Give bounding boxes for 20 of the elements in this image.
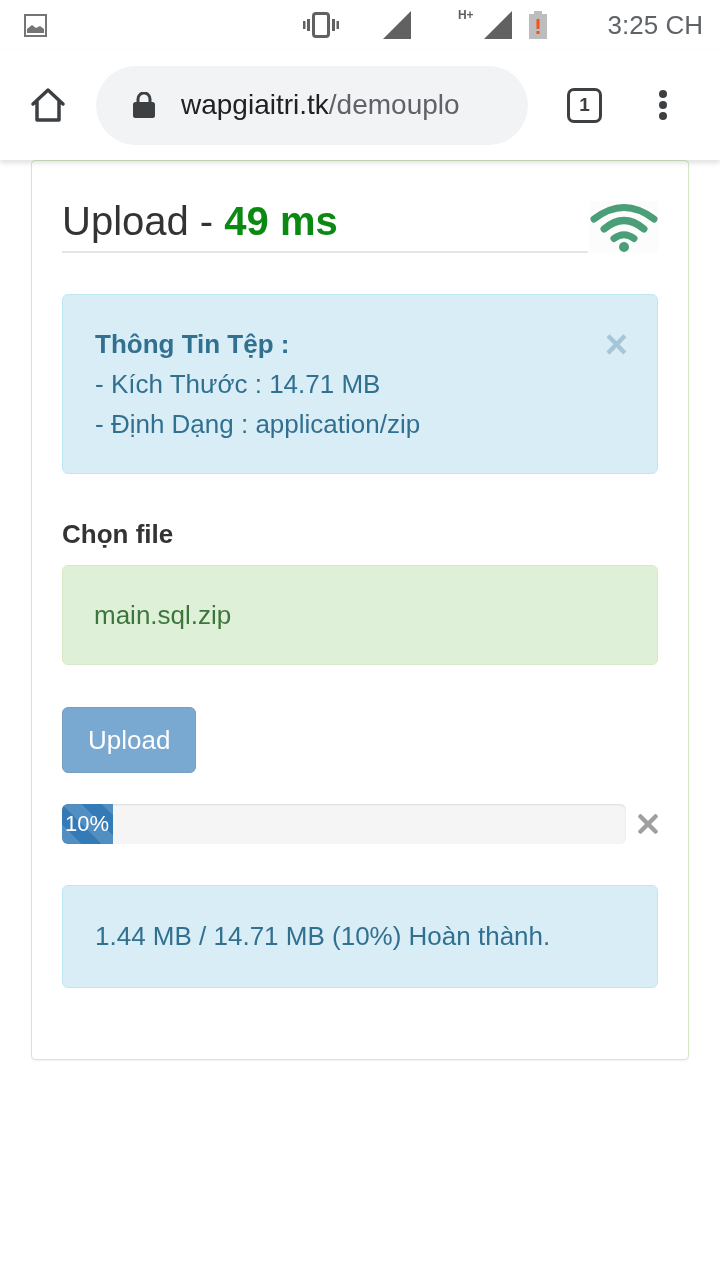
file-info-line: - Định Dạng : application/zip — [95, 408, 422, 441]
file-info-line: - Kích Thước : 14.71 MB — [95, 368, 382, 401]
tab-switcher-button[interactable]: 1 — [567, 87, 602, 123]
close-icon[interactable] — [638, 814, 658, 834]
clock-time: 3:25 CH — [607, 10, 703, 40]
network-type: H+ — [457, 8, 474, 22]
address-bar[interactable]: wapgiaitri.tk/demouplo — [96, 65, 528, 145]
vibrate-icon — [302, 12, 339, 38]
menu-icon[interactable] — [659, 90, 667, 120]
upload-status-text: 1.44 MB / 14.71 MB (10%) Hoàn thành. — [95, 920, 551, 953]
signal-icon — [382, 11, 411, 39]
progress-percent: 10% — [64, 811, 110, 837]
home-icon[interactable] — [30, 87, 66, 123]
signal-icon — [483, 11, 512, 39]
gallery-icon — [24, 13, 47, 37]
upload-title: Upload - 49 ms — [62, 198, 588, 253]
file-label: Chọn file — [62, 519, 175, 549]
file-info-heading: Thông Tin Tệp : — [95, 328, 291, 361]
battery-alert-icon — [528, 11, 547, 39]
file-field[interactable]: main.sql.zip — [62, 565, 658, 665]
